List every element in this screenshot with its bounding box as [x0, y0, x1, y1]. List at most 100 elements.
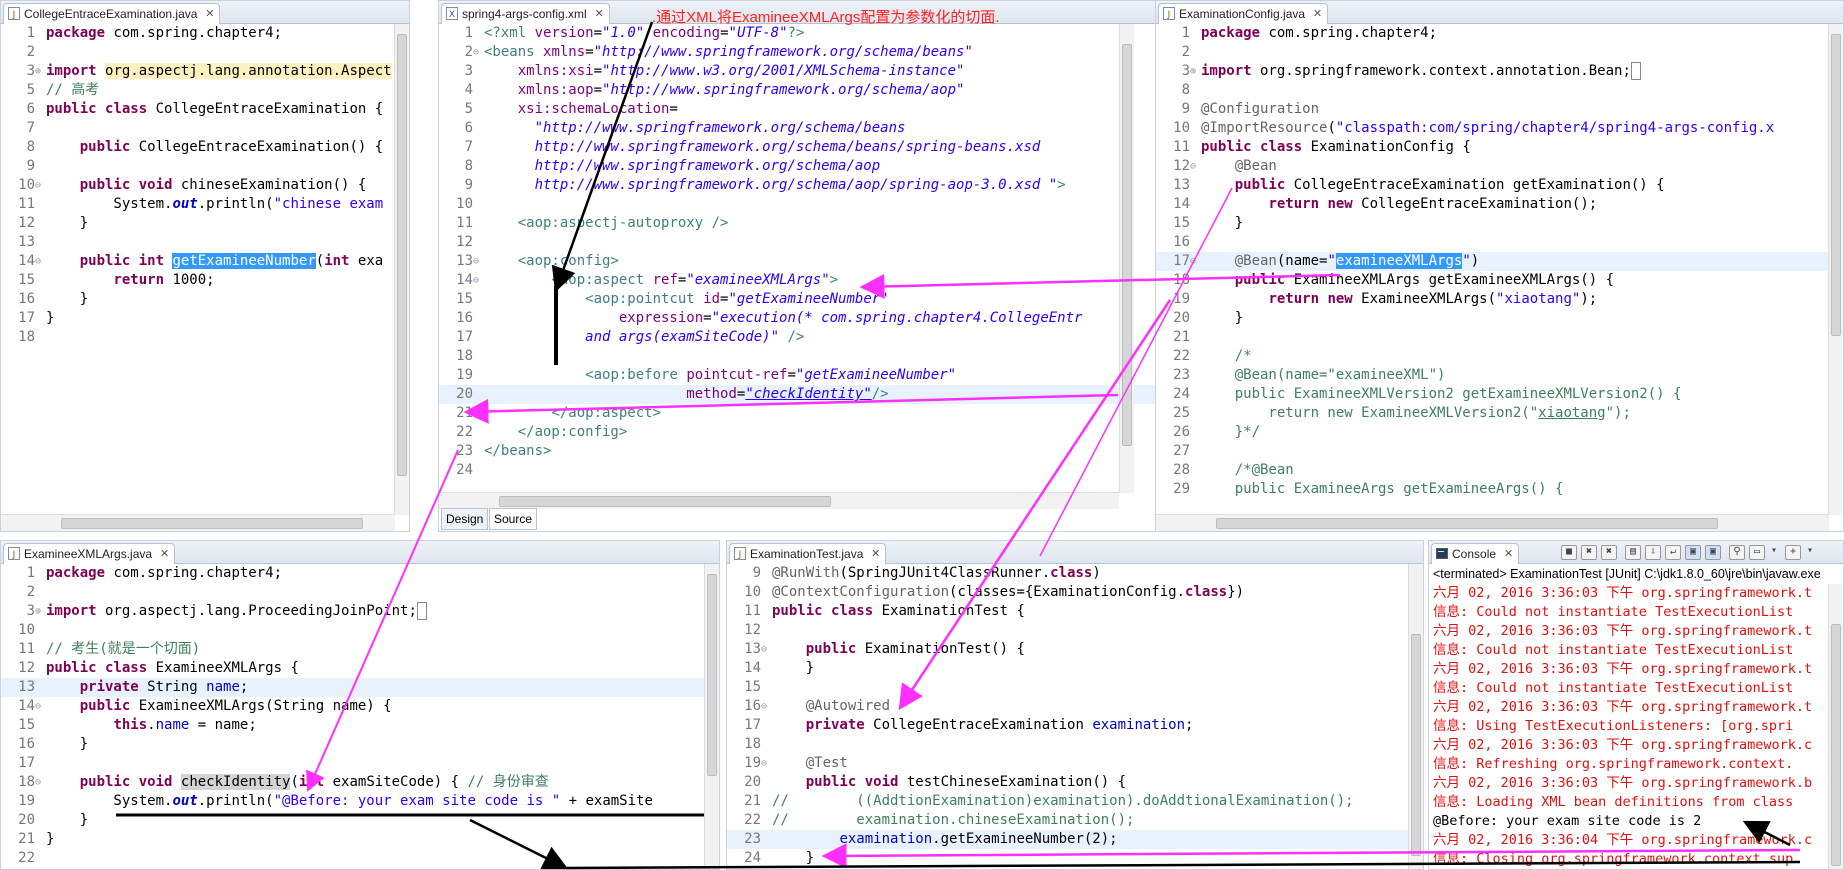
fold-collapse-icon[interactable]: ⊖	[473, 43, 483, 62]
code-line[interactable]: 23 @Bean(name="examineeXML")	[1156, 366, 1829, 385]
code-line[interactable]: 2	[1156, 43, 1829, 62]
code-line[interactable]: 2	[1, 43, 395, 62]
code-line[interactable]: 20 public void testChineseExamination() …	[727, 773, 1409, 792]
code-line[interactable]: 17	[1, 754, 705, 773]
close-icon[interactable]: ✕	[160, 544, 169, 564]
tab-examinee[interactable]: J ExamineeXMLArgs.java ✕	[3, 543, 176, 564]
code-line[interactable]: 信息: Closing org.springframework.context.…	[1429, 850, 1829, 869]
code-line[interactable]: 22 // examination.chineseExamination();	[727, 811, 1409, 830]
code-line[interactable]: 18	[1, 328, 395, 347]
code-line[interactable]: 9 @Configuration	[1156, 100, 1829, 119]
code-line[interactable]: 11 // 考生(就是一个切面)	[1, 640, 705, 659]
tab-source[interactable]: Source	[489, 508, 538, 530]
xml-horizontal-scrollbar[interactable]	[439, 492, 1119, 509]
code-line[interactable]: 17 private CollegeEntraceExamination exa…	[727, 716, 1409, 735]
remove-all-icon[interactable]: ✖	[1601, 545, 1617, 560]
code-line[interactable]: 26 }*/	[1156, 423, 1829, 442]
code-line[interactable]: 信息: Using TestExecutionListeners: [org.s…	[1429, 717, 1829, 736]
code-line[interactable]: 20 }	[1, 811, 705, 830]
code-line[interactable]: 16	[1156, 233, 1829, 252]
code-line[interactable]: 17 ⊖ @Bean(name="examineeXMLArgs")	[1156, 252, 1829, 271]
code-line[interactable]: 1 package com.spring.chapter4;	[1, 24, 395, 43]
college-vertical-scrollbar[interactable]	[394, 24, 409, 515]
code-line[interactable]: 22	[1, 849, 705, 868]
code-line[interactable]: 六月 02, 2016 3:36:03 下午 org.springframewo…	[1429, 660, 1829, 679]
tab-console[interactable]: Console ✕	[1431, 543, 1520, 564]
code-line[interactable]: 11 public class ExaminationTest {	[727, 602, 1409, 621]
test-code-area[interactable]: 9 @RunWith(SpringJUnit4ClassRunner.class)…	[727, 564, 1409, 869]
code-line[interactable]: 六月 02, 2016 3:36:03 下午 org.springframewo…	[1429, 774, 1829, 793]
code-line[interactable]: 六月 02, 2016 3:36:03 下午 org.springframewo…	[1429, 698, 1829, 717]
code-line[interactable]: 5 // 高考	[1, 81, 395, 100]
fold-collapse-icon[interactable]: ⊖	[35, 773, 45, 792]
code-line[interactable]: 16 }	[1, 290, 395, 309]
examinee-vertical-scrollbar[interactable]	[704, 564, 719, 869]
fold-expand-icon[interactable]: ⊕	[35, 602, 45, 621]
fold-collapse-icon[interactable]: ⊖	[1190, 157, 1200, 176]
code-line[interactable]: 10	[1, 621, 705, 640]
scroll-lock-icon[interactable]: ⇩	[1645, 545, 1661, 560]
code-line[interactable]: 24 public ExamineeXMLVersion2 getExamine…	[1156, 385, 1829, 404]
fold-collapse-icon[interactable]: ⊖	[35, 697, 45, 716]
code-line[interactable]: 15 this.name = name;	[1, 716, 705, 735]
code-line[interactable]: 17}	[1, 309, 395, 328]
code-line[interactable]: 15	[727, 678, 1409, 697]
display-console-icon[interactable]: ▭	[1749, 545, 1765, 560]
code-line[interactable]: 21 // ((AddtionExamination)examination).d…	[727, 792, 1409, 811]
tab-college[interactable]: J CollegeEntraceExamination.java ✕	[3, 3, 221, 24]
college-horizontal-scrollbar[interactable]	[1, 514, 395, 531]
code-line[interactable]: 3 ⊕ import org.aspectj.lang.annotation.Asp…	[1, 62, 395, 81]
code-line[interactable]: 3 ⊕ import org.aspectj.lang.ProceedingJoin…	[1, 602, 705, 621]
tab-test[interactable]: J ExaminationTest.java ✕	[729, 543, 887, 564]
fold-collapse-icon[interactable]: ⊖	[35, 252, 45, 271]
fold-expand-icon[interactable]: ⊕	[1190, 62, 1200, 81]
code-line[interactable]: 13 ⊖ public ExaminationTest() {	[727, 640, 1409, 659]
code-line[interactable]: 19 return new ExamineeXMLArgs("xiaotang"…	[1156, 290, 1829, 309]
code-line[interactable]: 22 /*	[1156, 347, 1829, 366]
code-line[interactable]: 11 System.out.println("chinese exam	[1, 195, 395, 214]
code-line[interactable]: 18 ⊖ public void checkIdentity(int examSi…	[1, 773, 705, 792]
code-line[interactable]: 3 ⊕ import org.springframework.context.ann…	[1156, 62, 1829, 81]
code-line[interactable]: 1 package com.spring.chapter4;	[1156, 24, 1829, 43]
code-line[interactable]: 12 ⊖ @Bean	[1156, 157, 1829, 176]
open-console-icon[interactable]: +	[1785, 545, 1801, 560]
code-line[interactable]: 10 ⊖ public void chineseExamination() {	[1, 176, 395, 195]
close-icon[interactable]: ✕	[1313, 4, 1322, 24]
code-line[interactable]: 18	[727, 735, 1409, 754]
code-line[interactable]: 10 @ImportResource("classpath:com/spring/…	[1156, 119, 1829, 138]
code-line[interactable]: 9 @RunWith(SpringJUnit4ClassRunner.class)	[727, 564, 1409, 583]
console-vertical-scrollbar[interactable]	[1828, 584, 1843, 869]
code-line[interactable]: 13 private String name;	[1, 678, 705, 697]
code-line[interactable]: 信息: Could not instantiate TestExecutionL…	[1429, 603, 1829, 622]
close-icon[interactable]: ✕	[205, 4, 214, 24]
code-line[interactable]: 8	[1156, 81, 1829, 100]
code-line[interactable]: 16 }	[1, 735, 705, 754]
close-icon[interactable]: ✕	[1504, 544, 1513, 564]
tab-config[interactable]: J ExaminationConfig.java ✕	[1158, 3, 1329, 24]
code-line[interactable]: 2	[1, 583, 705, 602]
code-line[interactable]: 28 /*@Bean	[1156, 461, 1829, 480]
code-line[interactable]: 25 return new ExamineeXMLVersion2("xiaot…	[1156, 404, 1829, 423]
console-output[interactable]: 六月 02, 2016 3:36:03 下午 org.springframewo…	[1429, 584, 1829, 869]
code-line[interactable]: 11 public class ExaminationConfig {	[1156, 138, 1829, 157]
code-line[interactable]: 六月 02, 2016 3:36:03 下午 org.springframewo…	[1429, 736, 1829, 755]
code-line[interactable]: 27	[1156, 442, 1829, 461]
chevron-down-icon[interactable]: ▾	[1803, 545, 1817, 558]
fold-collapse-icon[interactable]: ⊖	[35, 176, 45, 195]
code-line[interactable]: 13 public CollegeEntraceExamination getE…	[1156, 176, 1829, 195]
code-line[interactable]: 21	[1156, 328, 1829, 347]
pin-console-icon[interactable]: ⚲	[1729, 545, 1745, 560]
code-line[interactable]: 信息: Loading XML bean definitions from cl…	[1429, 793, 1829, 812]
code-line[interactable]: 13	[1, 233, 395, 252]
config-vertical-scrollbar[interactable]	[1828, 24, 1843, 515]
code-line[interactable]: 14 return new CollegeEntraceExamination(…	[1156, 195, 1829, 214]
code-line[interactable]: 信息: Could not instantiate TestExecutionL…	[1429, 679, 1829, 698]
code-line[interactable]: 信息: Refreshing org.springframework.conte…	[1429, 755, 1829, 774]
config-horizontal-scrollbar[interactable]	[1156, 514, 1829, 531]
college-code-area[interactable]: 1 package com.spring.chapter4; 2 3 ⊕ import o…	[1, 24, 395, 515]
fold-collapse-icon[interactable]: ⊖	[473, 271, 483, 290]
code-line[interactable]: 六月 02, 2016 3:36:03 下午 org.springframewo…	[1429, 584, 1829, 603]
code-line[interactable]: @Before: your exam site code is 2	[1429, 812, 1829, 831]
code-line[interactable]: 六月 02, 2016 3:36:04 下午 org.springframewo…	[1429, 831, 1829, 850]
word-wrap-icon[interactable]: ↵	[1665, 545, 1681, 560]
